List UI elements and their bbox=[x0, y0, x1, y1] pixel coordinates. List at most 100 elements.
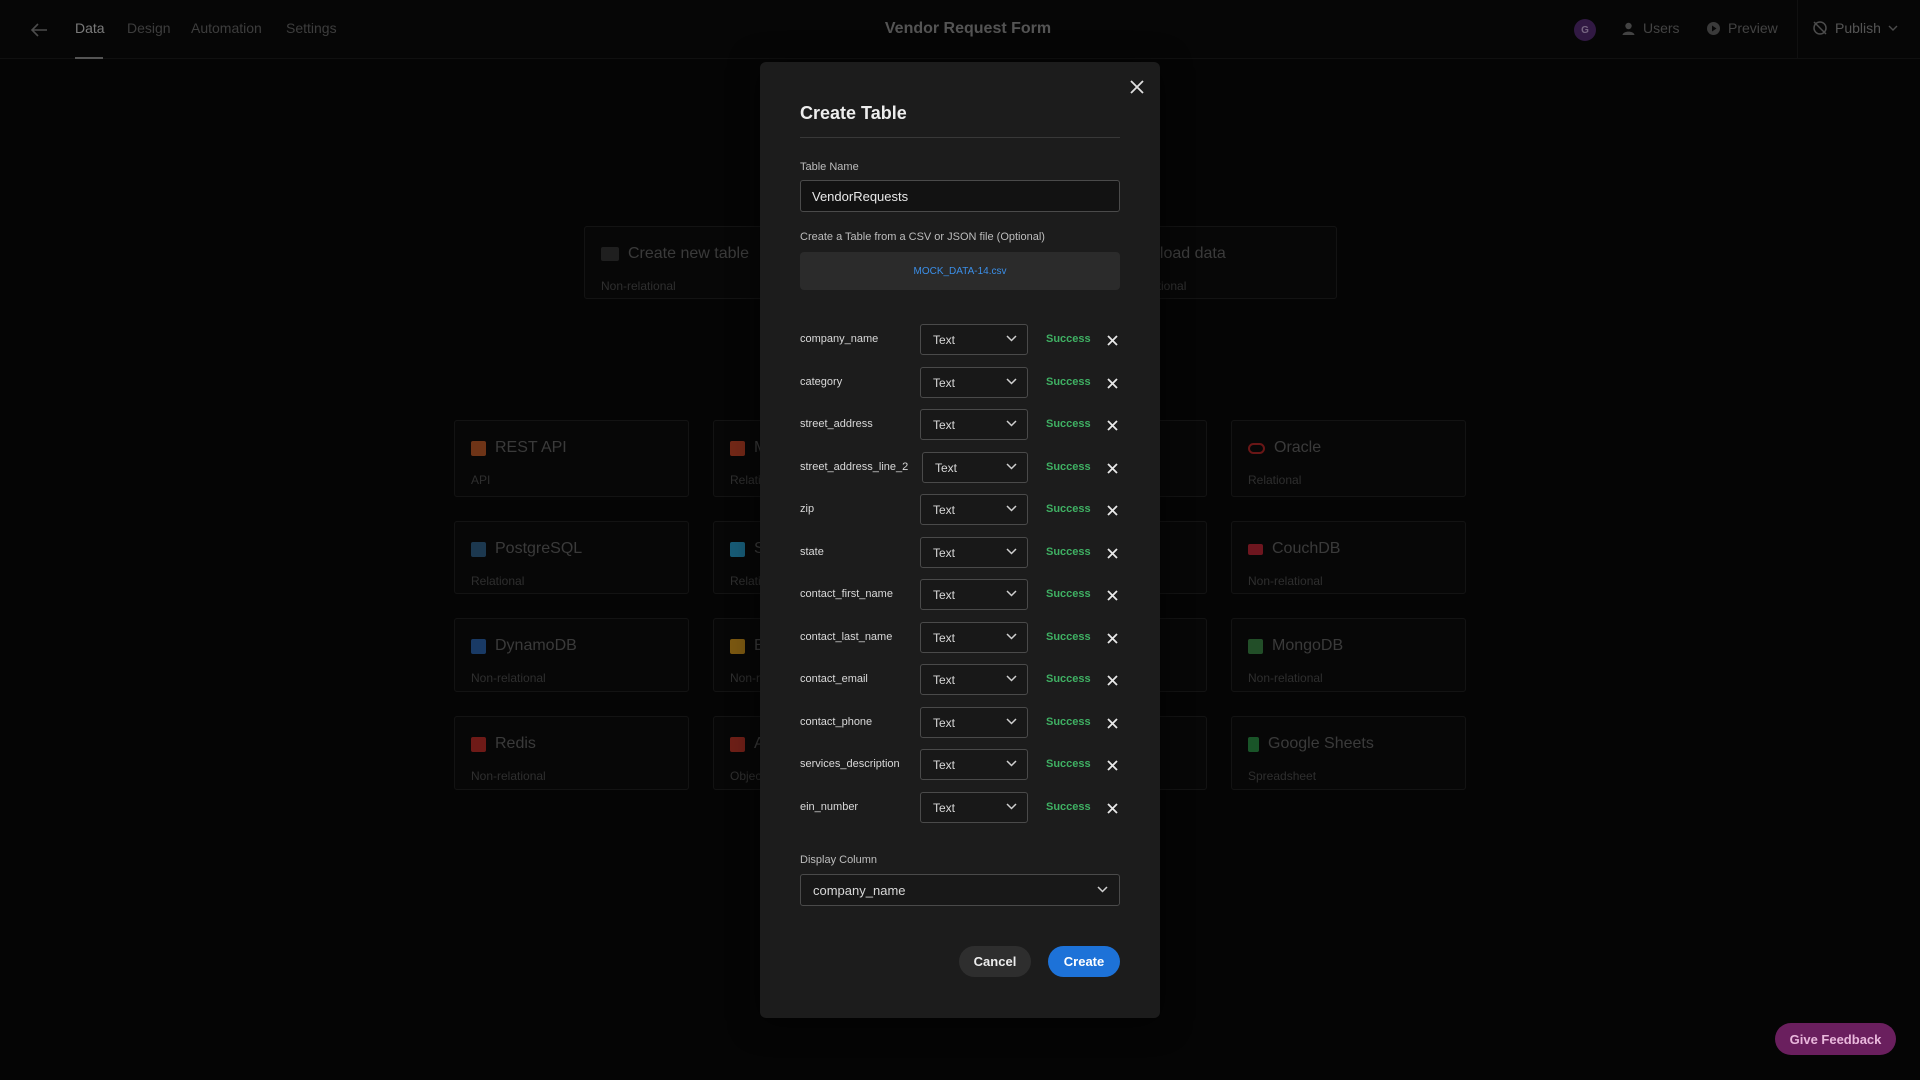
remove-column-icon[interactable] bbox=[1105, 503, 1119, 517]
table-name-label: Table Name bbox=[800, 161, 859, 173]
column-type-select[interactable]: Text bbox=[922, 452, 1028, 483]
column-row: contact_first_name Text Success bbox=[800, 579, 1120, 611]
chevron-down-icon bbox=[1006, 505, 1017, 512]
column-status: Success bbox=[1046, 801, 1091, 813]
remove-column-icon[interactable] bbox=[1105, 673, 1119, 687]
remove-column-icon[interactable] bbox=[1105, 758, 1119, 772]
create-table-modal: Create Table Table Name Create a Table f… bbox=[760, 62, 1160, 1018]
remove-column-icon[interactable] bbox=[1105, 588, 1119, 602]
column-status: Success bbox=[1046, 673, 1091, 685]
column-status: Success bbox=[1046, 631, 1091, 643]
column-row: zip Text Success bbox=[800, 494, 1120, 526]
column-type-value: Text bbox=[933, 418, 956, 432]
column-type-value: Text bbox=[935, 461, 958, 475]
column-status: Success bbox=[1046, 376, 1091, 388]
cancel-button[interactable]: Cancel bbox=[959, 946, 1031, 977]
column-name: contact_last_name bbox=[800, 631, 893, 643]
chevron-down-icon bbox=[1006, 590, 1017, 597]
column-name: street_address_line_2 bbox=[800, 461, 909, 473]
column-status: Success bbox=[1046, 461, 1091, 473]
chevron-down-icon bbox=[1006, 335, 1017, 342]
column-type-value: Text bbox=[933, 801, 956, 815]
display-column-select[interactable]: company_name bbox=[800, 874, 1120, 906]
column-row: street_address Text Success bbox=[800, 409, 1120, 441]
column-name: street_address bbox=[800, 418, 873, 430]
column-type-value: Text bbox=[933, 716, 956, 730]
column-type-select[interactable]: Text bbox=[920, 792, 1028, 823]
column-name: ein_number bbox=[800, 801, 859, 813]
chevron-down-icon bbox=[1006, 633, 1017, 640]
column-type-select[interactable]: Text bbox=[920, 494, 1028, 525]
column-row: contact_phone Text Success bbox=[800, 707, 1120, 739]
column-status: Success bbox=[1046, 333, 1091, 345]
column-type-select[interactable]: Text bbox=[920, 409, 1028, 440]
column-status: Success bbox=[1046, 758, 1091, 770]
column-type-value: Text bbox=[933, 376, 956, 390]
column-name: category bbox=[800, 376, 843, 388]
remove-column-icon[interactable] bbox=[1105, 333, 1119, 347]
column-name: contact_first_name bbox=[800, 588, 893, 600]
column-type-select[interactable]: Text bbox=[920, 749, 1028, 780]
chevron-down-icon bbox=[1006, 420, 1017, 427]
chevron-down-icon bbox=[1097, 886, 1108, 893]
chevron-down-icon bbox=[1006, 760, 1017, 767]
column-status: Success bbox=[1046, 418, 1091, 430]
close-icon[interactable] bbox=[1126, 76, 1148, 98]
title-divider bbox=[800, 137, 1120, 138]
column-name: zip bbox=[800, 503, 815, 515]
column-type-select[interactable]: Text bbox=[920, 664, 1028, 695]
file-upload-label: Create a Table from a CSV or JSON file (… bbox=[800, 231, 1045, 243]
remove-column-icon[interactable] bbox=[1105, 418, 1119, 432]
column-type-value: Text bbox=[933, 588, 956, 602]
column-name: company_name bbox=[800, 333, 879, 345]
column-row: ein_number Text Success bbox=[800, 792, 1120, 824]
column-type-select[interactable]: Text bbox=[920, 324, 1028, 355]
display-column-label: Display Column bbox=[800, 854, 878, 866]
column-name: contact_phone bbox=[800, 716, 873, 728]
chevron-down-icon bbox=[1006, 463, 1017, 470]
column-row: state Text Success bbox=[800, 537, 1120, 569]
display-column-value: company_name bbox=[813, 883, 906, 898]
column-row: contact_last_name Text Success bbox=[800, 622, 1120, 654]
remove-column-icon[interactable] bbox=[1105, 376, 1119, 390]
uploaded-file-name[interactable]: MOCK_DATA-14.csv bbox=[914, 266, 1007, 277]
column-type-value: Text bbox=[933, 673, 956, 687]
column-type-select[interactable]: Text bbox=[920, 537, 1028, 568]
column-type-select[interactable]: Text bbox=[920, 579, 1028, 610]
create-button[interactable]: Create bbox=[1048, 946, 1120, 977]
chevron-down-icon bbox=[1006, 548, 1017, 555]
remove-column-icon[interactable] bbox=[1105, 716, 1119, 730]
chevron-down-icon bbox=[1006, 718, 1017, 725]
column-type-select[interactable]: Text bbox=[920, 367, 1028, 398]
column-name: services_description bbox=[800, 758, 900, 770]
column-name: state bbox=[800, 546, 824, 558]
column-status: Success bbox=[1046, 588, 1091, 600]
column-type-value: Text bbox=[933, 758, 956, 772]
chevron-down-icon bbox=[1006, 378, 1017, 385]
remove-column-icon[interactable] bbox=[1105, 461, 1119, 475]
column-type-value: Text bbox=[933, 333, 956, 347]
column-type-value: Text bbox=[933, 503, 956, 517]
column-row: category Text Success bbox=[800, 367, 1120, 399]
give-feedback-button[interactable]: Give Feedback bbox=[1775, 1023, 1896, 1055]
column-type-value: Text bbox=[933, 546, 956, 560]
column-name: contact_email bbox=[800, 673, 868, 685]
chevron-down-icon bbox=[1006, 675, 1017, 682]
column-type-select[interactable]: Text bbox=[920, 707, 1028, 738]
modal-title: Create Table bbox=[800, 103, 907, 123]
column-row: street_address_line_2 Text Success bbox=[800, 452, 1120, 484]
file-dropzone[interactable]: MOCK_DATA-14.csv bbox=[800, 252, 1120, 290]
column-row: contact_email Text Success bbox=[800, 664, 1120, 696]
remove-column-icon[interactable] bbox=[1105, 801, 1119, 815]
remove-column-icon[interactable] bbox=[1105, 631, 1119, 645]
column-status: Success bbox=[1046, 503, 1091, 515]
column-row: services_description Text Success bbox=[800, 749, 1120, 781]
chevron-down-icon bbox=[1006, 803, 1017, 810]
column-row: company_name Text Success bbox=[800, 324, 1120, 356]
column-status: Success bbox=[1046, 546, 1091, 558]
column-type-value: Text bbox=[933, 631, 956, 645]
column-status: Success bbox=[1046, 716, 1091, 728]
column-type-select[interactable]: Text bbox=[920, 622, 1028, 653]
remove-column-icon[interactable] bbox=[1105, 546, 1119, 560]
table-name-input[interactable] bbox=[800, 180, 1120, 212]
